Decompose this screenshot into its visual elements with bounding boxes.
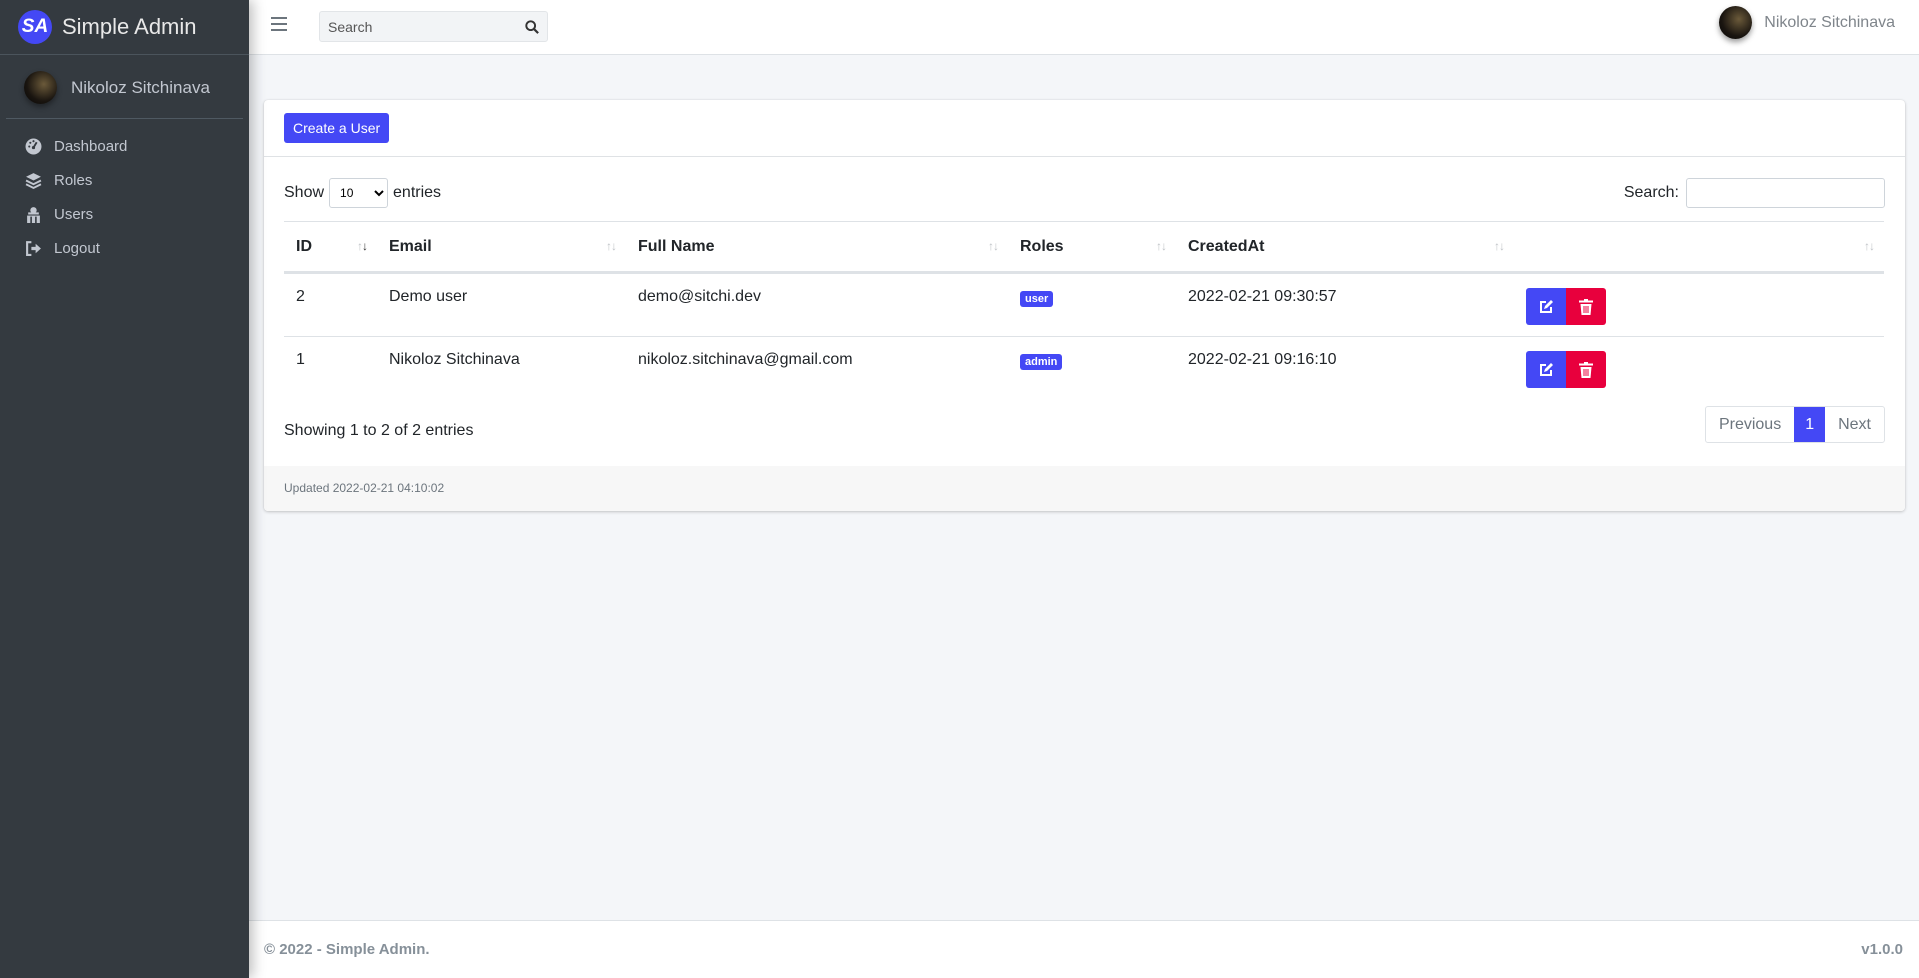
column-header-actions[interactable]: ↑↓: [1514, 221, 1884, 274]
brand-link[interactable]: SA Simple Admin: [0, 0, 249, 55]
sort-icon: ↑↓: [1156, 239, 1167, 253]
sidebar-item-roles[interactable]: Roles: [0, 163, 249, 197]
sort-icon: ↑↓: [357, 239, 368, 253]
search-label: Search:: [1623, 184, 1679, 201]
page-length: Show 10 entries: [284, 178, 441, 208]
table-search-input[interactable]: [1686, 178, 1885, 208]
navbar-search: [319, 11, 548, 42]
table-info: Showing 1 to 2 of 2 entries: [284, 422, 474, 439]
column-header-created-at[interactable]: CreatedAt ↑↓: [1176, 221, 1514, 274]
edit-icon: [1540, 362, 1553, 376]
cell-actions: [1514, 272, 1884, 337]
show-label: Show: [284, 184, 325, 201]
brand-logo: SA: [18, 10, 52, 44]
cell-email: Demo user: [377, 272, 626, 337]
cell-email: Nikoloz Sitchinava: [389, 351, 520, 368]
sort-icon: ↑↓: [1494, 239, 1505, 253]
column-label: Full Name: [638, 237, 715, 255]
delete-button[interactable]: [1566, 288, 1606, 325]
table-row: 2 Demo user demo@sitchi.dev user 2022-02…: [284, 272, 1884, 337]
avatar: [1719, 6, 1753, 39]
entries-label: entries: [393, 184, 442, 201]
cell-created-at: 2022-02-21 09:16:10: [1188, 351, 1337, 368]
cell-created-at: 2022-02-21 09:30:57: [1176, 272, 1514, 337]
version: v1.0.0: [1861, 941, 1903, 958]
trash-icon: [1579, 298, 1593, 315]
sidebar: SA Simple Admin Nikoloz Sitchinava Dashb…: [0, 0, 249, 978]
sort-icon: ↑↓: [1864, 239, 1875, 253]
card-header: Create a User: [264, 100, 1905, 157]
delete-button[interactable]: [1566, 351, 1606, 388]
page-length-select[interactable]: 10: [329, 178, 389, 208]
cell-full-name: demo@sitchi.dev: [626, 272, 1008, 337]
search-icon[interactable]: [517, 12, 547, 41]
column-label: ID: [296, 237, 312, 255]
users-table: ID ↑↓ Email ↑↓ Full Name ↑↓ Roles ↑↓ Created…: [284, 221, 1884, 401]
navbar-user-menu[interactable]: Nikoloz Sitchinava: [1719, 6, 1895, 39]
column-header-full-name[interactable]: Full Name ↑↓: [626, 221, 1008, 274]
sort-icon: ↑↓: [606, 239, 617, 253]
copyright: © 2022 - Simple Admin.: [264, 941, 430, 958]
layers-icon: [24, 171, 42, 189]
cell-full-name: nikoloz.sitchinava@gmail.com: [638, 351, 853, 368]
create-user-button[interactable]: Create a User: [284, 113, 390, 143]
sidebar-item-label: Logout: [54, 239, 100, 257]
table-filter: Search:: [1624, 178, 1885, 208]
pagination: Previous 1 Next: [1704, 406, 1885, 443]
sidebar-item-dashboard[interactable]: Dashboard: [0, 129, 249, 163]
user-panel[interactable]: Nikoloz Sitchinava: [6, 55, 243, 119]
sidebar-item-label: Users: [54, 205, 94, 223]
pagination-previous[interactable]: Previous: [1706, 407, 1794, 442]
sidebar-item-logout[interactable]: Logout: [0, 231, 249, 265]
sidebar-nav: Dashboard Roles Users Logout: [0, 119, 249, 265]
column-header-id[interactable]: ID ↑↓: [284, 221, 377, 274]
table-row: 1 Nikoloz Sitchinava nikoloz.sitchinava@…: [284, 337, 1884, 401]
sidebar-item-label: Dashboard: [54, 137, 128, 155]
brand-name: Simple Admin: [62, 14, 197, 39]
pagination-next[interactable]: Next: [1825, 407, 1884, 442]
cell-id: 1: [296, 351, 305, 368]
column-label: Email: [389, 237, 432, 255]
column-header-email[interactable]: Email ↑↓: [377, 221, 626, 274]
edit-button[interactable]: [1526, 288, 1566, 325]
cell-roles: admin: [1008, 337, 1176, 401]
menu-toggle-icon[interactable]: [271, 17, 287, 31]
sidebar-user-name: Nikoloz Sitchinava: [71, 77, 210, 97]
role-badge: admin: [1020, 354, 1063, 370]
tachometer-icon: [24, 137, 42, 155]
column-label: Roles: [1020, 237, 1064, 255]
sign-out-icon: [24, 239, 42, 257]
page-footer: © 2022 - Simple Admin. v1.0.0: [249, 920, 1919, 978]
edit-button[interactable]: [1526, 351, 1566, 388]
cell-id: 2: [284, 272, 377, 337]
table-controls: Show 10 entries Search:: [284, 177, 1885, 209]
sort-icon: ↑↓: [988, 239, 999, 253]
cell-actions: [1514, 337, 1884, 401]
column-header-roles[interactable]: Roles ↑↓: [1008, 221, 1176, 274]
role-badge: user: [1020, 291, 1054, 307]
pagination-page-1[interactable]: 1: [1794, 407, 1826, 442]
column-label: CreatedAt: [1188, 237, 1265, 255]
navbar-search-input[interactable]: [320, 18, 517, 35]
avatar: [24, 71, 57, 104]
users-icon: [24, 205, 42, 223]
navbar-user-name: Nikoloz Sitchinava: [1764, 13, 1895, 31]
trash-icon: [1579, 361, 1593, 378]
sidebar-item-label: Roles: [54, 171, 93, 189]
top-navbar: Nikoloz Sitchinava: [249, 0, 1919, 55]
cell-roles: user: [1008, 272, 1176, 337]
card-footer: Updated 2022-02-21 04:10:02: [264, 466, 1905, 511]
edit-icon: [1540, 299, 1553, 313]
users-card: Create a User Show 10 entries Search: ID…: [264, 100, 1905, 511]
sidebar-item-users[interactable]: Users: [0, 197, 249, 231]
